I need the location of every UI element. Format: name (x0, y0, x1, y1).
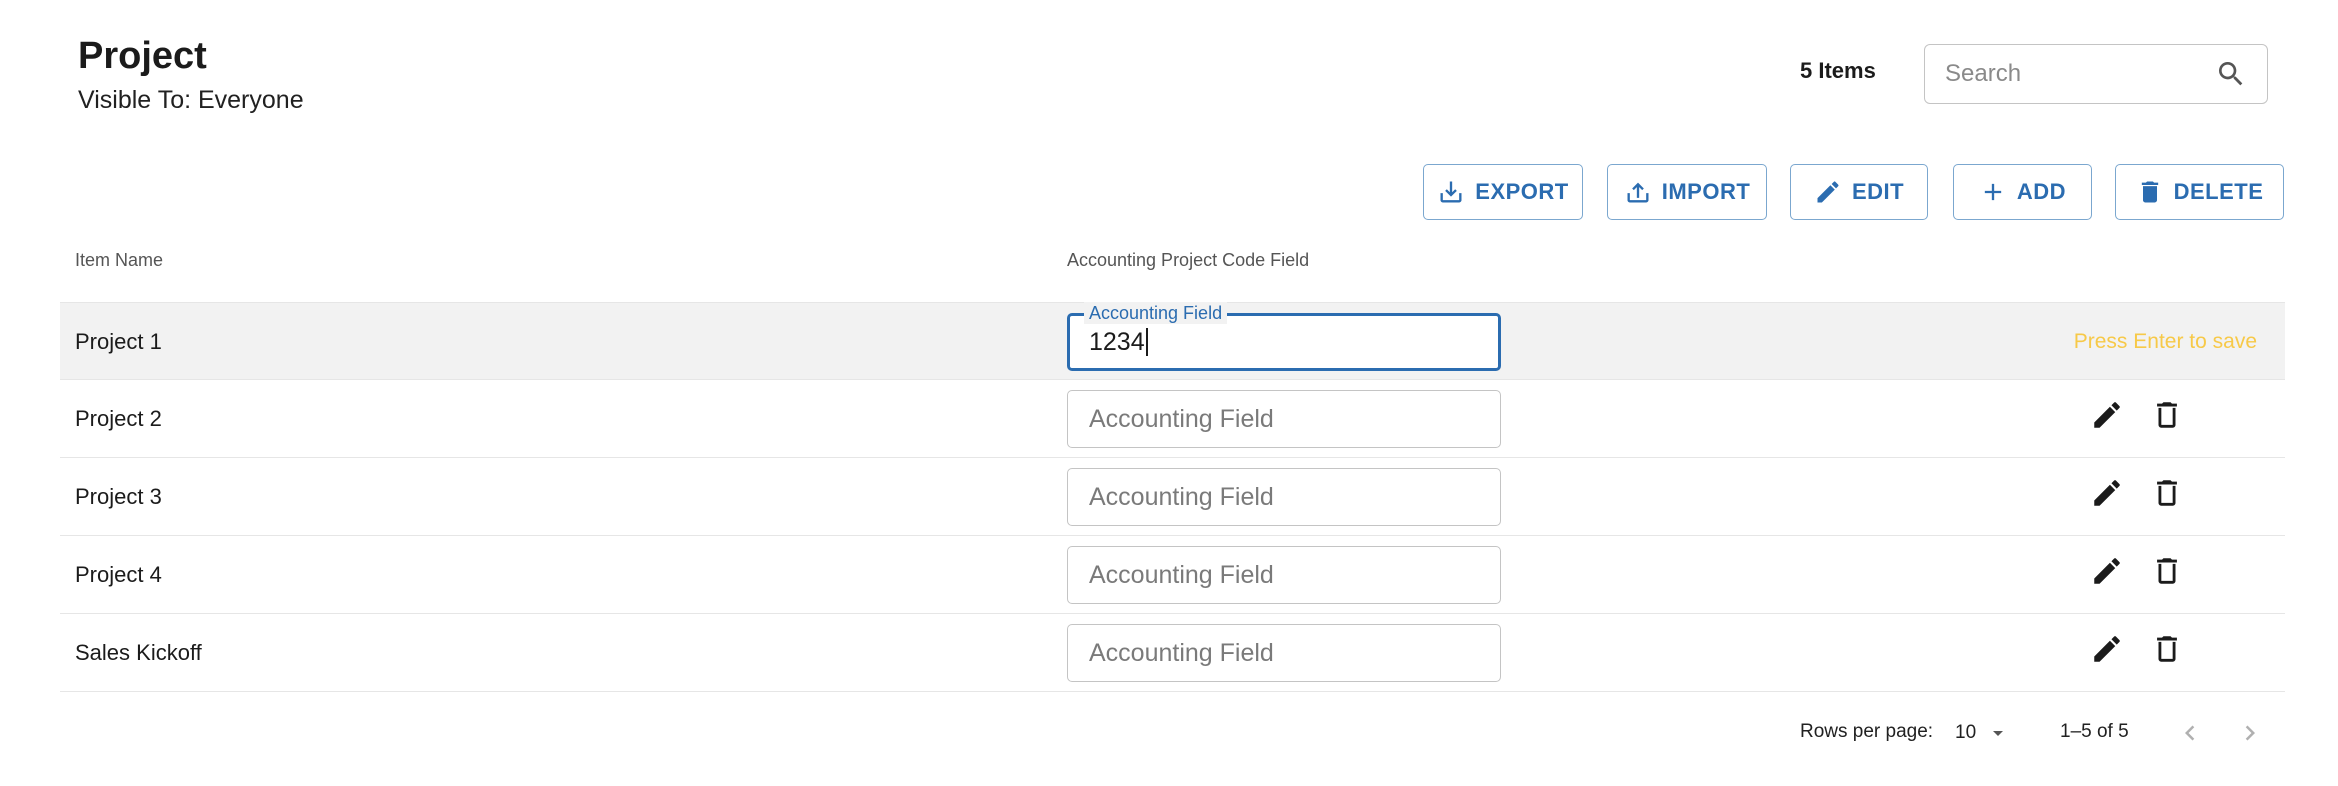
rows-per-page-label: Rows per page: (1800, 721, 1934, 742)
accounting-field-label: Accounting Field (1084, 302, 1228, 324)
row-actions (2090, 398, 2184, 432)
export-label: EXPORT (1475, 179, 1569, 204)
accounting-field-value: 1234 (1089, 327, 1145, 356)
toolbar: EXPORT IMPORT EDIT ADD DELETE (0, 164, 2338, 220)
trash-icon[interactable] (2150, 476, 2184, 510)
export-button[interactable]: EXPORT (1423, 164, 1583, 220)
search-placeholder: Search (1945, 60, 2022, 87)
accounting-field-input[interactable]: Accounting Field (1067, 390, 1501, 448)
chevron-right-icon (2245, 725, 2255, 741)
accounting-field-placeholder: Accounting Field (1089, 560, 1274, 589)
rows-per-page-value: 10 (1955, 722, 1977, 743)
next-page-button[interactable] (2235, 718, 2265, 754)
table-row[interactable]: Sales Kickoff Accounting Field (60, 614, 2285, 692)
accounting-field-placeholder: Accounting Field (1089, 482, 1274, 511)
pagination-range: 1–5 of 5 (2060, 721, 2129, 742)
page-title: Project (78, 35, 207, 77)
items-count: 5 Items (1800, 58, 1876, 83)
item-name: Project 1 (75, 329, 162, 354)
item-name: Project 3 (75, 484, 162, 509)
edit-label: EDIT (1851, 179, 1905, 204)
row-actions (2090, 476, 2184, 510)
plus-icon (1984, 183, 2002, 201)
add-label: ADD (2016, 179, 2067, 204)
previous-page-button[interactable] (2175, 718, 2205, 754)
page-header: Project Visible To: Everyone (78, 34, 304, 115)
column-header-item-name[interactable]: Item Name (75, 250, 163, 271)
search-input[interactable]: Search (1924, 44, 2268, 104)
accounting-field-placeholder: Accounting Field (1089, 638, 1274, 667)
table-row[interactable]: Project 4 Accounting Field (60, 536, 2285, 614)
search-icon[interactable] (2215, 58, 2247, 90)
row-actions (2090, 554, 2184, 588)
caret-down-icon (1993, 731, 2004, 736)
rows-per-page-select[interactable]: 10 (1955, 721, 2010, 745)
pencil-icon[interactable] (2090, 632, 2124, 666)
text-caret (1145, 328, 1148, 356)
accounting-field-placeholder: Accounting Field (1089, 404, 1274, 433)
item-name: Project 2 (75, 406, 162, 431)
trash-icon (2141, 181, 2158, 203)
trash-icon[interactable] (2150, 632, 2184, 666)
pencil-icon[interactable] (2090, 476, 2124, 510)
pagination: Rows per page: 10 1–5 of 5 (0, 718, 2338, 748)
delete-button[interactable]: DELETE (2115, 164, 2284, 220)
projects-table: Project 1 Accounting Field 1234 Press En… (60, 302, 2285, 692)
item-name: Project 4 (75, 562, 162, 587)
add-button[interactable]: ADD (1953, 164, 2092, 220)
pencil-icon[interactable] (2090, 398, 2124, 432)
accounting-field-input[interactable]: Accounting Field (1067, 624, 1501, 682)
column-header-accounting-code[interactable]: Accounting Project Code Field (1067, 250, 1309, 271)
accounting-field-input[interactable]: Accounting Field (1067, 468, 1501, 526)
accounting-field-input[interactable]: Accounting Field (1067, 546, 1501, 604)
table-row[interactable]: Project 2 Accounting Field (60, 380, 2285, 458)
import-label: IMPORT (1661, 179, 1751, 204)
pencil-icon (1817, 181, 1839, 203)
trash-icon[interactable] (2150, 554, 2184, 588)
chevron-left-icon (2185, 725, 2195, 741)
pencil-icon[interactable] (2090, 554, 2124, 588)
download-icon (1440, 181, 1462, 203)
accounting-field-input[interactable]: Accounting Field 1234 (1067, 302, 1501, 371)
row-actions (2090, 632, 2184, 666)
visibility-label: Visible To: Everyone (78, 86, 304, 114)
trash-icon[interactable] (2150, 398, 2184, 432)
import-button[interactable]: IMPORT (1607, 164, 1767, 220)
delete-label: DELETE (2173, 179, 2264, 204)
save-hint: Press Enter to save (2073, 330, 2257, 353)
table-row[interactable]: Project 3 Accounting Field (60, 458, 2285, 536)
upload-icon (1627, 182, 1649, 203)
edit-button[interactable]: EDIT (1790, 164, 1928, 220)
table-row[interactable]: Project 1 Accounting Field 1234 Press En… (60, 302, 2285, 380)
item-name: Sales Kickoff (75, 640, 202, 665)
